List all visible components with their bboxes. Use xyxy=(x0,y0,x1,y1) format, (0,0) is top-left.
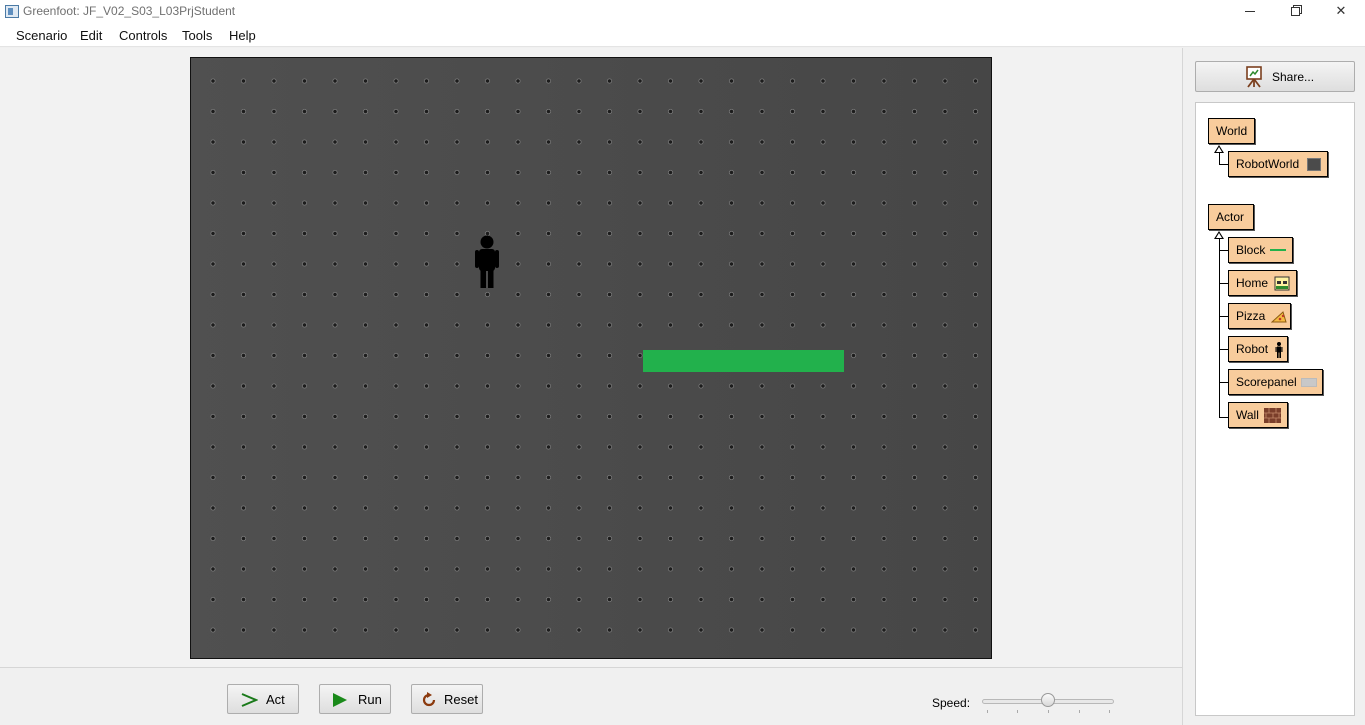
class-label: Scorepanel xyxy=(1236,375,1297,389)
easel-icon xyxy=(1246,66,1262,88)
menu-help[interactable]: Help xyxy=(229,28,256,43)
class-label: Robot xyxy=(1236,342,1269,356)
slider-tick xyxy=(987,710,988,713)
title-bar: Greenfoot: JF_V02_S03_L03PrjStudent ✕ xyxy=(0,0,1365,24)
class-robot[interactable]: Robot xyxy=(1228,336,1288,362)
reset-button[interactable]: Reset xyxy=(411,684,483,714)
class-pizza[interactable]: Pizza xyxy=(1228,303,1291,329)
green-bar-thumbnail-icon xyxy=(1270,249,1286,251)
execution-controls: Act Run Reset Speed: xyxy=(0,668,1182,725)
world-canvas[interactable] xyxy=(190,57,992,659)
class-actor[interactable]: Actor xyxy=(1208,204,1254,230)
class-label: Actor xyxy=(1216,210,1245,224)
class-label: RobotWorld xyxy=(1236,157,1300,171)
close-button[interactable]: ✕ xyxy=(1318,0,1364,24)
class-label: Home xyxy=(1236,276,1269,290)
tree-connector xyxy=(1219,164,1228,165)
class-robotworld[interactable]: RobotWorld xyxy=(1228,151,1328,177)
greenfoot-app-icon xyxy=(5,5,19,18)
class-home[interactable]: Home xyxy=(1228,270,1297,296)
brick-wall-thumbnail-icon xyxy=(1264,408,1281,423)
menu-edit[interactable]: Edit xyxy=(80,28,102,43)
pizza-slice-thumbnail-icon xyxy=(1271,311,1287,323)
class-scorepanel[interactable]: Scorepanel xyxy=(1228,369,1323,395)
class-label: World xyxy=(1216,124,1248,138)
class-block[interactable]: Block xyxy=(1228,237,1293,263)
inheritance-arrow-icon xyxy=(1214,231,1224,239)
tree-connector xyxy=(1219,250,1228,251)
restore-icon xyxy=(1290,7,1300,17)
run-label: Run xyxy=(358,692,382,707)
slider-tick xyxy=(1109,710,1110,713)
menu-scenario[interactable]: Scenario xyxy=(16,28,67,43)
restore-button[interactable] xyxy=(1272,0,1318,24)
tree-connector xyxy=(1219,239,1220,418)
tree-connector xyxy=(1219,417,1228,418)
act-button[interactable]: Act xyxy=(227,684,299,714)
inheritance-arrow-icon xyxy=(1214,145,1224,153)
panel-divider xyxy=(1182,48,1183,725)
run-button[interactable]: Run xyxy=(319,684,391,714)
reset-circular-arrow-icon xyxy=(422,692,436,707)
speed-slider[interactable] xyxy=(982,692,1114,713)
metal-texture-thumbnail-icon xyxy=(1307,158,1321,171)
tree-connector xyxy=(1219,382,1228,383)
slider-tick xyxy=(1017,710,1018,713)
grey-panel-thumbnail-icon xyxy=(1301,378,1317,387)
act-label: Act xyxy=(266,692,285,707)
speed-label: Speed: xyxy=(932,696,971,710)
close-icon: ✕ xyxy=(1335,3,1347,18)
home-thumbnail-icon xyxy=(1274,276,1290,291)
tree-connector xyxy=(1219,349,1228,350)
class-diagram-panel: World RobotWorld Actor Block Home Pizza xyxy=(1195,102,1355,716)
tree-connector xyxy=(1219,283,1228,284)
class-wall[interactable]: Wall xyxy=(1228,402,1288,428)
act-arrow-icon xyxy=(241,693,258,707)
class-world[interactable]: World xyxy=(1208,118,1255,144)
robot-figure-thumbnail-icon xyxy=(1275,342,1283,358)
class-label: Pizza xyxy=(1236,309,1266,323)
block-actor[interactable] xyxy=(643,350,844,372)
share-label: Share... xyxy=(1272,70,1315,84)
minimize-icon xyxy=(1245,11,1255,13)
slider-tick xyxy=(1048,710,1049,713)
menu-bar: Scenario Edit Controls Tools Help xyxy=(0,24,1365,47)
menu-controls[interactable]: Controls xyxy=(119,28,167,43)
share-button[interactable]: Share... xyxy=(1195,61,1355,92)
class-label: Wall xyxy=(1236,408,1259,422)
robot-actor[interactable] xyxy=(473,235,501,289)
speed-slider-thumb[interactable] xyxy=(1041,693,1055,707)
window-title: Greenfoot: JF_V02_S03_L03PrjStudent xyxy=(23,4,236,18)
run-triangle-icon xyxy=(333,693,347,707)
tree-connector xyxy=(1219,316,1228,317)
slider-tick xyxy=(1079,710,1080,713)
menu-tools[interactable]: Tools xyxy=(182,28,212,43)
reset-label: Reset xyxy=(444,692,478,707)
minimize-button[interactable] xyxy=(1227,0,1273,24)
class-label: Block xyxy=(1236,243,1266,257)
